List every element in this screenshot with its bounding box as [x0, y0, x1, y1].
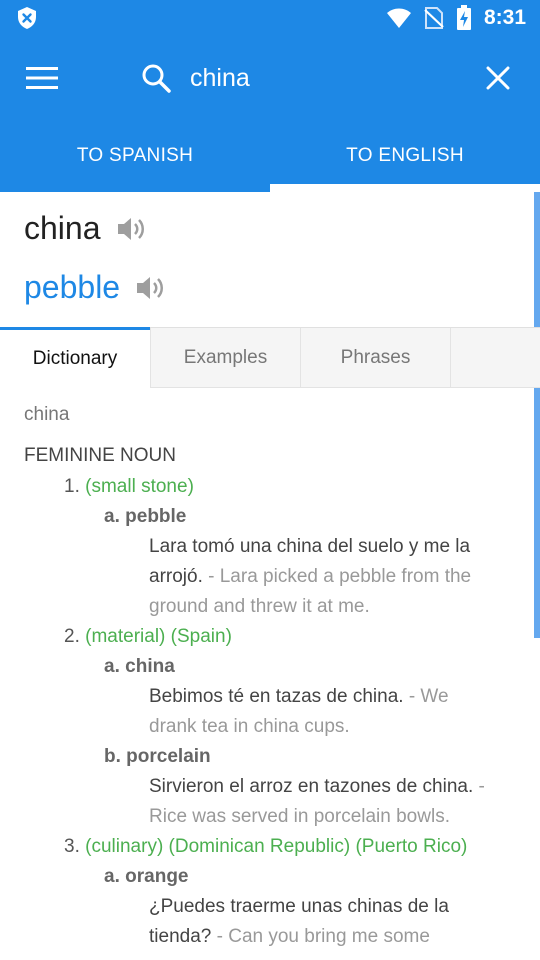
tab-phrases[interactable]: Phrases — [300, 328, 450, 388]
tab-bar-filler — [450, 328, 540, 388]
source-word-row: china — [24, 210, 147, 247]
translation-word: porcelain — [126, 746, 211, 767]
wifi-icon — [386, 8, 411, 28]
speaker-icon[interactable] — [115, 213, 147, 245]
example-line: drank tea in china cups. — [149, 712, 350, 742]
translation-letter: a. — [104, 506, 120, 527]
example-translation: Rice was served in porcelain bowls. — [149, 806, 450, 827]
example-source: tienda? — [149, 926, 212, 947]
tab-examples[interactable]: Examples — [150, 328, 300, 388]
example-line: Lara tomó una china del suelo y me la — [149, 532, 470, 562]
example-line: ground and threw it at me. — [149, 592, 370, 622]
speaker-icon[interactable] — [134, 272, 166, 304]
example-line: Rice was served in porcelain bowls. — [149, 802, 450, 832]
status-time: 8:31 — [483, 6, 526, 29]
translation-word: pebble — [24, 269, 121, 305]
sense-heading: 3. (culinary) (Dominican Republic) (Puer… — [64, 832, 467, 862]
translation-word: orange — [125, 866, 189, 887]
sense-heading: 2. (material) (Spain) — [64, 622, 232, 652]
app-bar — [0, 36, 540, 120]
scrollbar[interactable] — [534, 192, 540, 638]
translation-letter: a. — [104, 866, 120, 887]
example-translation: - We — [403, 686, 449, 707]
translation-letter: a. — [104, 656, 120, 677]
entry-headword: china — [24, 404, 70, 425]
close-icon[interactable] — [484, 64, 512, 92]
translation-heading: a. china — [104, 652, 175, 682]
sense-context: (material) (Spain) — [85, 626, 232, 647]
sense-heading: 1. (small stone) — [64, 472, 194, 502]
hamburger-menu-icon[interactable] — [24, 64, 60, 92]
tab-to-english[interactable]: TO ENGLISH — [270, 120, 540, 192]
example-line: ¿Puedes traerme unas chinas de la — [149, 892, 449, 922]
example-line: tienda? - Can you bring me some — [149, 922, 430, 952]
battery-charging-icon — [456, 5, 471, 30]
example-source: Bebimos té en tazas de china. — [149, 686, 404, 707]
content-tabs: Dictionary Examples Phrases — [0, 327, 540, 388]
sense-number: 3. — [64, 836, 80, 857]
example-line: arrojó. - Lara picked a pebble from the — [149, 562, 471, 592]
sense-number: 2. — [64, 626, 80, 647]
translation-heading: b. porcelain — [104, 742, 211, 772]
search-icon — [142, 64, 171, 93]
example-source: Lara tomó una china del suelo y me la — [149, 536, 471, 557]
example-source: Sirvieron el arroz en tazones de china. — [149, 776, 474, 797]
shield-icon — [18, 7, 36, 29]
translation-word: pebble — [125, 506, 187, 527]
status-bar: 8:31 — [0, 0, 540, 36]
translation-word-row: pebble — [24, 269, 166, 306]
example-translation: - Lara picked a pebble from the — [202, 566, 472, 587]
active-tab-indicator — [270, 184, 540, 192]
language-tabs: TO SPANISH TO ENGLISH — [0, 120, 540, 192]
source-word: china — [24, 210, 101, 246]
example-translation: ground and threw it at me. — [149, 596, 370, 617]
example-translation: - Can you bring me some — [211, 926, 430, 947]
example-line: Sirvieron el arroz en tazones de china. … — [149, 772, 485, 802]
translation-heading: a. orange — [104, 862, 189, 892]
example-translation: - — [473, 776, 485, 797]
example-line: Bebimos té en tazas de china. - We — [149, 682, 449, 712]
example-source: ¿Puedes traerme unas chinas de la — [149, 896, 449, 917]
sense-number: 1. — [64, 476, 80, 497]
tab-to-spanish[interactable]: TO SPANISH — [0, 120, 270, 192]
tab-dictionary[interactable]: Dictionary — [0, 327, 150, 387]
example-translation: drank tea in china cups. — [149, 716, 350, 737]
part-of-speech: FEMININE NOUN — [24, 445, 176, 466]
translation-heading: a. pebble — [104, 502, 186, 532]
sense-context: (culinary) (Dominican Republic) (Puerto … — [85, 836, 468, 857]
sense-context: (small stone) — [85, 476, 194, 497]
example-source: arrojó. — [149, 566, 203, 587]
translation-letter: b. — [104, 746, 121, 767]
search-input[interactable] — [190, 58, 460, 98]
translation-word: china — [125, 656, 175, 677]
no-sim-icon — [424, 7, 444, 29]
